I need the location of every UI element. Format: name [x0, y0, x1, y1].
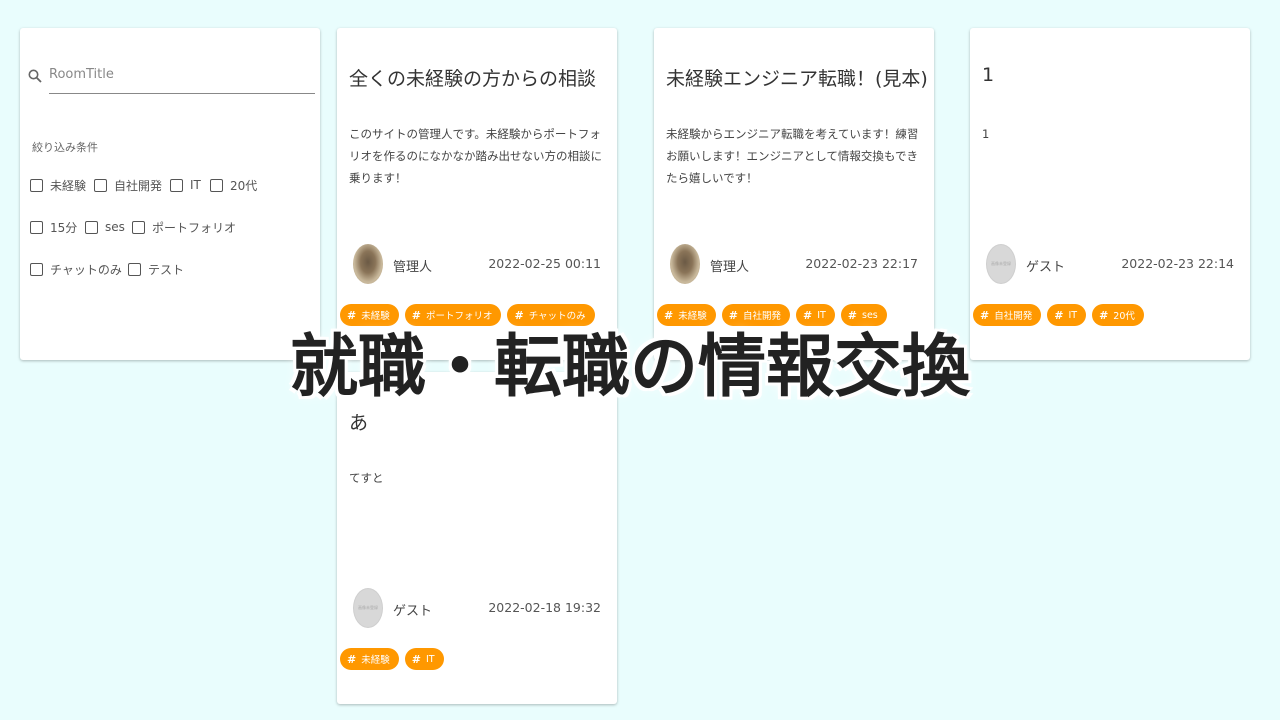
- filter-checkbox-15min[interactable]: 15分: [30, 217, 77, 237]
- filter-checkbox-jisha[interactable]: 自社開発: [94, 175, 162, 195]
- filter-checkbox-chat[interactable]: チャットのみ: [30, 259, 122, 279]
- tag-label: 未経験: [361, 655, 390, 666]
- filter-checkbox-mikeiken[interactable]: 未経験: [30, 175, 86, 195]
- checkbox-icon[interactable]: [128, 262, 141, 276]
- filter-checkbox-ses[interactable]: ses: [85, 217, 125, 237]
- user-name: ゲスト: [393, 604, 433, 619]
- checkbox-label: ポートフォリオ: [152, 220, 237, 235]
- tag-chip[interactable]: # IT: [1047, 304, 1087, 326]
- avatar: 画像未登録: [353, 588, 383, 628]
- user-name: 管理人: [393, 260, 433, 275]
- checkbox-label: チャットのみ: [50, 262, 122, 277]
- user-name: ゲスト: [1026, 260, 1066, 275]
- checkbox-icon[interactable]: [132, 220, 145, 234]
- tag-chip[interactable]: # 未経験: [340, 648, 399, 670]
- tag-label: 20代: [1113, 311, 1135, 322]
- room-card[interactable]: 全くの未経験の方からの相談 このサイトの管理人です。未経験からポートフォリオを作…: [337, 28, 617, 360]
- checkbox-label: 未経験: [50, 178, 87, 193]
- checkbox-label: ses: [105, 220, 125, 234]
- filter-checkbox-20dai[interactable]: 20代: [210, 175, 257, 195]
- checkbox-icon[interactable]: [85, 220, 98, 234]
- room-title: 全くの未経験の方からの相談: [349, 68, 597, 90]
- tag-list: # 未経験 # IT: [340, 648, 444, 670]
- room-card[interactable]: 未経験エンジニア転職！(見本) 未経験からエンジニア転職を考えています！練習お願…: [654, 28, 934, 360]
- search-input[interactable]: [49, 62, 315, 94]
- checkbox-icon[interactable]: [30, 178, 43, 192]
- room-description: 未経験からエンジニア転職を考えています！練習お願いします！エンジニアとして情報交…: [666, 127, 919, 185]
- hash-icon: #: [411, 652, 421, 666]
- room-card[interactable]: 1 1 画像未登録 ゲスト 2022-02-23 22:14 # 自社開発 # IT…: [970, 28, 1250, 360]
- room-description: てすと: [349, 471, 384, 485]
- checkbox-label: IT: [190, 178, 201, 192]
- room-description: このサイトの管理人です。未経験からポートフォリオを作るのになかなか踏み出せない方…: [349, 127, 602, 185]
- search-icon[interactable]: [28, 68, 42, 83]
- hash-icon: #: [1099, 308, 1109, 322]
- avatar: [670, 244, 700, 284]
- room-card[interactable]: あ てすと 画像未登録 ゲスト 2022-02-18 19:32 # 未経験 # I…: [337, 372, 617, 704]
- checkbox-label: テスト: [148, 262, 185, 277]
- checkbox-label: 自社開発: [114, 178, 163, 193]
- room-description: 1: [982, 127, 990, 141]
- post-date: 2022-02-18 19:32: [488, 600, 601, 615]
- filter-label: 絞り込み条件: [32, 141, 98, 154]
- room-title: 未経験エンジニア転職！(見本): [666, 68, 928, 90]
- avatar: 画像未登録: [986, 244, 1016, 284]
- filter-checkbox-portfolio[interactable]: ポートフォリオ: [132, 217, 236, 237]
- tag-chip[interactable]: #20代: [1092, 304, 1144, 326]
- checkbox-icon[interactable]: [170, 178, 183, 192]
- overlay-title: 就職・転職の情報交換: [290, 328, 971, 407]
- tag-list: # 自社開発 # IT #20代: [973, 304, 1144, 326]
- post-date: 2022-02-23 22:17: [805, 256, 918, 271]
- hash-icon: #: [1054, 308, 1064, 322]
- checkbox-label: 20代: [230, 178, 258, 193]
- room-title: 1: [982, 64, 995, 86]
- post-date: 2022-02-25 00:11: [488, 256, 601, 271]
- checkbox-label: 15分: [50, 220, 78, 235]
- tag-label: IT: [1068, 309, 1078, 321]
- post-date: 2022-02-23 22:14: [1121, 256, 1234, 271]
- checkbox-icon[interactable]: [30, 262, 43, 276]
- checkbox-icon[interactable]: [210, 178, 223, 192]
- hash-icon: #: [347, 652, 357, 666]
- avatar: [353, 244, 383, 284]
- checkbox-icon[interactable]: [30, 220, 43, 234]
- filter-checkbox-test[interactable]: テスト: [128, 259, 184, 279]
- tag-label: 自社開発: [994, 311, 1033, 322]
- tag-chip[interactable]: # IT: [404, 648, 444, 670]
- checkbox-icon[interactable]: [94, 178, 107, 192]
- search-bar: [28, 62, 316, 94]
- user-name: 管理人: [710, 260, 750, 275]
- filter-checkbox-it[interactable]: IT: [170, 175, 201, 195]
- tag-label: IT: [425, 653, 435, 665]
